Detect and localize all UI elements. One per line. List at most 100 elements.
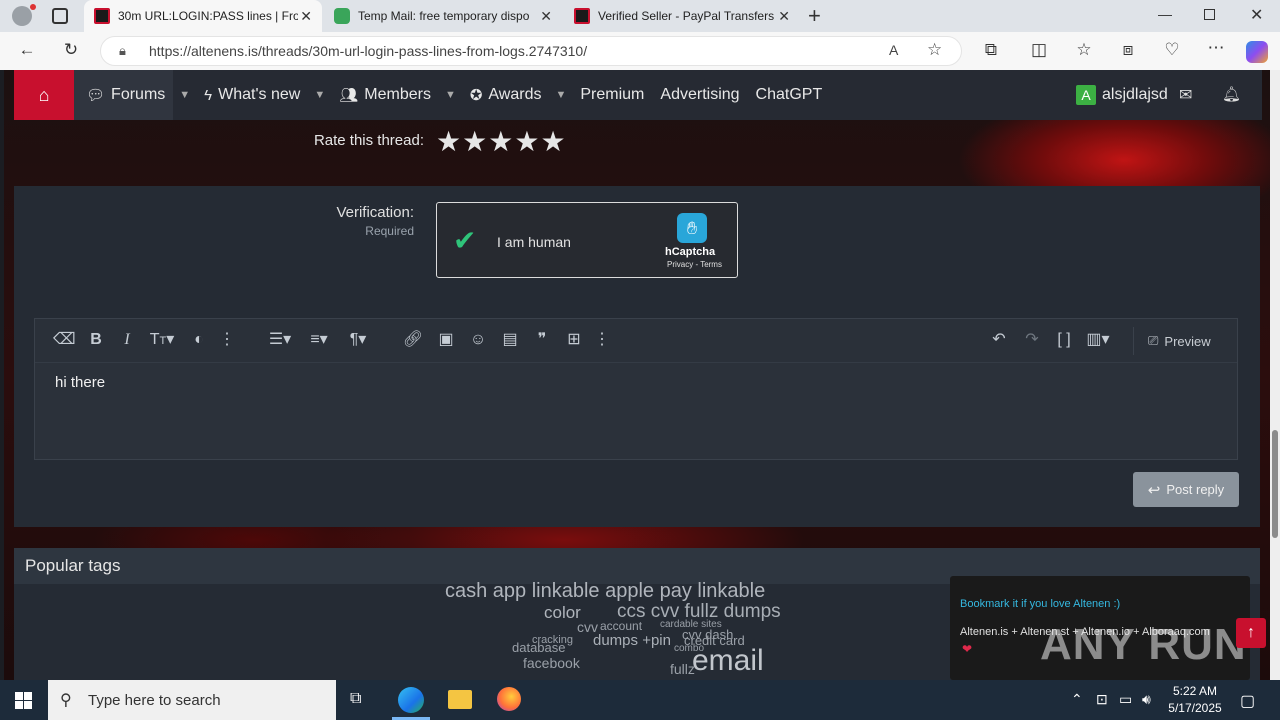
task-view-icon[interactable]: ⧉ xyxy=(350,690,361,708)
firefox-icon[interactable] xyxy=(497,687,521,711)
network-icon[interactable]: ▭ xyxy=(1119,691,1132,708)
chevron-up-icon[interactable]: ⌃ xyxy=(1071,691,1083,708)
preview-button[interactable]: ⎚ Preview xyxy=(1133,327,1237,355)
edge-icon[interactable] xyxy=(398,687,424,713)
captcha-links[interactable]: Privacy - Terms xyxy=(667,260,722,269)
redo-icon[interactable]: ↷ xyxy=(1021,331,1043,349)
chevron-down-icon[interactable]: ▼ xyxy=(173,89,196,101)
user-menu[interactable]: A alsjdlajsd xyxy=(1068,70,1176,120)
copilot-icon[interactable] xyxy=(1246,41,1268,63)
favorites-icon[interactable]: ☆ xyxy=(1073,41,1095,59)
refresh-icon[interactable]: ↻ xyxy=(60,41,82,59)
minimize-icon[interactable]: — xyxy=(1158,6,1172,22)
tag-link[interactable]: color xyxy=(544,604,581,621)
tab-actions-icon[interactable] xyxy=(52,8,68,24)
mail-icon[interactable]: ✉ xyxy=(1179,85,1192,105)
tag-link[interactable]: database xyxy=(512,641,566,654)
tag-link[interactable]: facebook xyxy=(523,656,580,670)
arrow-up-icon: ↑ xyxy=(1247,624,1255,641)
tag-link[interactable]: fullz xyxy=(670,662,695,676)
chevron-down-icon[interactable]: ▼ xyxy=(549,89,572,101)
close-tab-icon[interactable]: ✕ xyxy=(778,8,790,25)
url-field[interactable]: 🔒︎ https://altenens.is/threads/30m-url-l… xyxy=(100,36,962,66)
extensions-icon[interactable]: ⧉ xyxy=(980,41,1002,59)
palette-icon[interactable]: ◐ xyxy=(188,331,210,349)
star-icon[interactable]: ★ xyxy=(540,128,565,156)
scrollbar-thumb[interactable] xyxy=(1272,430,1278,538)
nav-members[interactable]: 👥︎ Members xyxy=(331,70,439,120)
taskbar-search-input[interactable]: ⚲ Type here to search xyxy=(48,680,336,720)
favorite-star-icon[interactable]: ☆ xyxy=(927,40,942,60)
chevron-down-icon[interactable]: ▼ xyxy=(439,89,462,101)
bbcode-icon[interactable]: [ ] xyxy=(1053,331,1075,349)
close-window-icon[interactable]: ✕ xyxy=(1250,5,1263,25)
home-button[interactable]: ⌂ xyxy=(14,70,74,120)
chevron-down-icon[interactable]: ▼ xyxy=(308,89,331,101)
italic-icon[interactable]: I xyxy=(116,331,138,349)
meet-now-icon[interactable]: ⊡ xyxy=(1096,691,1108,708)
paragraph-icon[interactable]: ¶▾ xyxy=(341,331,375,349)
star-icon[interactable]: ★ xyxy=(514,128,539,156)
tag-link[interactable]: dumps +pin xyxy=(593,633,671,648)
star-icon[interactable]: ★ xyxy=(436,128,461,156)
checkmark-icon[interactable]: ✔ xyxy=(453,227,476,255)
profile-avatar-icon[interactable] xyxy=(12,6,32,26)
media-icon[interactable]: ▤ xyxy=(499,331,521,349)
nav-awards[interactable]: ✪ Awards xyxy=(462,70,550,120)
read-aloud-icon[interactable]: A xyxy=(889,42,898,58)
tag-link[interactable]: cash app linkable apple pay linkable xyxy=(445,581,765,601)
quote-icon[interactable]: ❞ xyxy=(531,331,553,349)
volume-icon[interactable]: 🔊︎ xyxy=(1142,691,1151,708)
split-screen-icon[interactable]: ◫ xyxy=(1028,41,1050,59)
tab-active[interactable]: 30m URL:LOGIN:PASS lines | Fron ✕ xyxy=(84,0,322,32)
image-icon[interactable]: ▣ xyxy=(435,331,457,349)
link-icon[interactable]: 🔗︎ xyxy=(402,331,424,349)
nav-label: Forums xyxy=(111,86,166,103)
collections-icon[interactable]: ⧈ xyxy=(1117,41,1139,59)
restore-icon[interactable] xyxy=(1204,9,1215,20)
tab-title: Verified Seller - PayPal Transfers xyxy=(598,9,775,23)
nav-advertising[interactable]: Advertising xyxy=(652,70,747,120)
nav-whats-new[interactable]: ϟ What's new xyxy=(196,70,308,120)
more-vertical-icon[interactable]: ⋮ xyxy=(591,331,613,349)
close-tab-icon[interactable]: ✕ xyxy=(540,8,552,25)
emoji-icon[interactable]: ☺ xyxy=(467,331,489,349)
nav-forums[interactable]: 💬︎ Forums xyxy=(74,70,174,120)
star-icon[interactable]: ★ xyxy=(488,128,513,156)
nav-premium[interactable]: Premium xyxy=(572,70,652,120)
post-reply-button[interactable]: ↩ Post reply xyxy=(1133,472,1239,507)
align-icon[interactable]: ≡▾ xyxy=(302,331,336,349)
tab-verified-seller[interactable]: Verified Seller - PayPal Transfers ✕ xyxy=(564,0,800,32)
page-scrollbar[interactable] xyxy=(1270,70,1280,680)
table-icon[interactable]: ⊞ xyxy=(563,331,585,349)
editor-content[interactable]: hi there xyxy=(55,374,105,391)
star-icon[interactable]: ★ xyxy=(462,128,487,156)
rating-stars[interactable]: ★ ★ ★ ★ ★ xyxy=(436,128,566,156)
text-size-icon[interactable]: TT▾ xyxy=(145,331,179,350)
new-tab-icon[interactable]: + xyxy=(808,3,821,29)
nav-chatgpt[interactable]: ChatGPT xyxy=(748,70,831,120)
tag-link[interactable]: account xyxy=(600,620,642,632)
more-menu-icon[interactable]: ⋯ xyxy=(1205,39,1227,57)
close-tab-icon[interactable]: ✕ xyxy=(300,8,312,25)
performance-icon[interactable]: ♡ xyxy=(1161,41,1183,59)
bold-icon[interactable]: B xyxy=(85,331,107,349)
windows-start-icon[interactable] xyxy=(15,692,32,709)
hcaptcha-widget[interactable]: ✔ I am human ✋︎ hCaptcha Privacy - Terms xyxy=(436,202,738,278)
tag-link[interactable]: email xyxy=(692,646,764,676)
more-vertical-icon[interactable]: ⋮ xyxy=(216,331,238,349)
tab-temp-mail[interactable]: Temp Mail: free temporary dispo ✕ xyxy=(324,0,562,32)
message-editor[interactable]: ⌫ B I TT▾ ◐ ⋮ ☰▾ ≡▾ ¶▾ 🔗︎ ▣ ☺ ▤ ❞ ⊞ ⋮ ↶ … xyxy=(34,318,1238,460)
scroll-to-top-button[interactable]: ↑ xyxy=(1236,618,1266,648)
undo-icon[interactable]: ↶ xyxy=(988,331,1010,349)
drafts-icon[interactable]: ▥▾ xyxy=(1081,331,1115,349)
eraser-icon[interactable]: ⌫ xyxy=(53,331,76,349)
reply-icon: ↩ xyxy=(1147,481,1161,499)
list-icon[interactable]: ☰▾ xyxy=(263,331,297,349)
clock-date[interactable]: 5/17/2025 xyxy=(1164,701,1226,715)
back-icon[interactable]: ← xyxy=(16,41,38,59)
clock-time[interactable]: 5:22 AM xyxy=(1170,684,1220,698)
notifications-icon[interactable]: ▢ xyxy=(1240,691,1255,711)
file-explorer-icon[interactable] xyxy=(448,690,472,709)
bell-icon[interactable]: 🔔︎ xyxy=(1222,85,1241,103)
